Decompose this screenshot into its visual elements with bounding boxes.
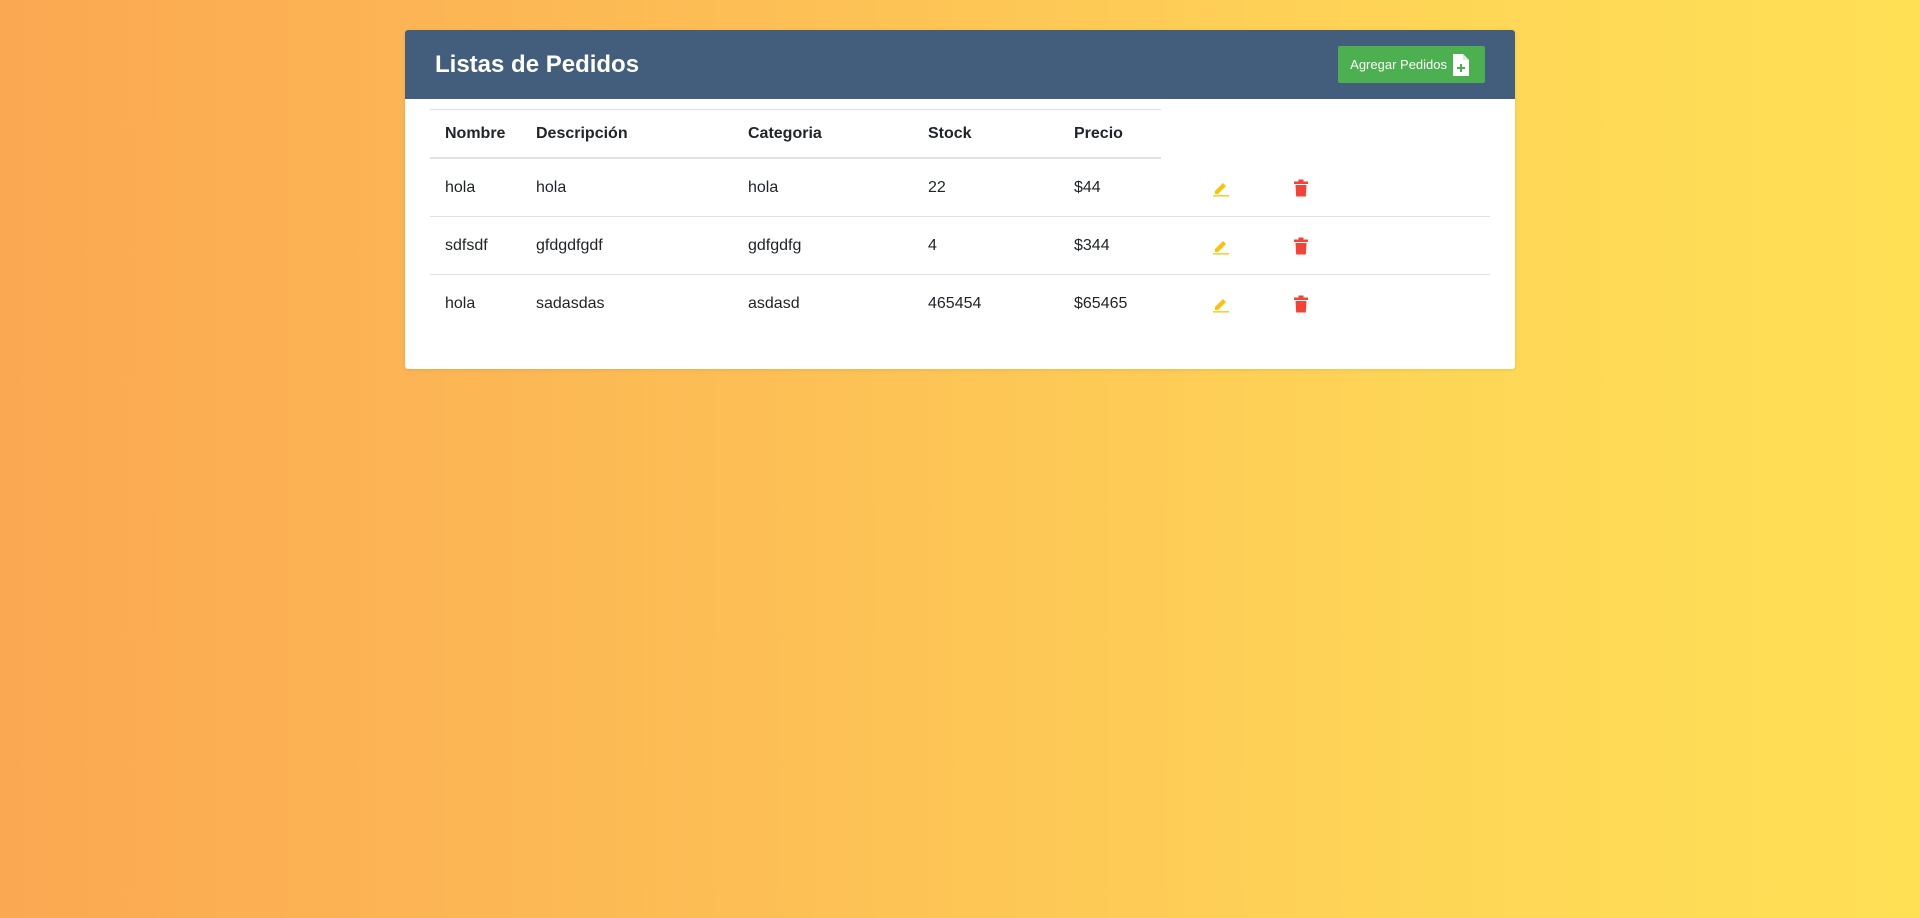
table-row: sdfsdf gfdgdfgdf gdfgdfg 4 $344 bbox=[430, 217, 1490, 275]
cell-nombre: hola bbox=[445, 178, 476, 196]
column-header-nombre: Nombre bbox=[445, 124, 506, 142]
add-orders-button[interactable]: Agregar Pedidos bbox=[1338, 46, 1485, 83]
delete-cell bbox=[1241, 293, 1321, 315]
cell-nombre: hola bbox=[445, 295, 476, 312]
cell-descripcion: gfdgdfgdf bbox=[536, 236, 603, 254]
table-header-row: Nombre Descripción Categoria Stock Preci… bbox=[430, 109, 1161, 159]
file-plus-icon bbox=[1451, 53, 1471, 77]
edit-cell bbox=[1161, 177, 1241, 199]
add-orders-button-label: Agregar Pedidos bbox=[1350, 57, 1447, 72]
pencil-icon[interactable] bbox=[1210, 235, 1232, 257]
page-title: Listas de Pedidos bbox=[435, 50, 640, 78]
trash-icon[interactable] bbox=[1290, 177, 1312, 199]
edit-cell bbox=[1161, 293, 1241, 315]
panel-header: Listas de Pedidos Agregar Pedidos bbox=[405, 30, 1515, 99]
table-row: hola sadasdas asdasd 465454 $65465 bbox=[430, 275, 1490, 333]
cell-descripcion: hola bbox=[536, 178, 567, 196]
cell-descripcion: sadasdas bbox=[536, 295, 605, 312]
trash-icon[interactable] bbox=[1290, 293, 1312, 315]
orders-panel: Listas de Pedidos Agregar Pedidos Nombre… bbox=[405, 30, 1515, 369]
cell-precio: $344 bbox=[1074, 236, 1110, 254]
cell-precio: $65465 bbox=[1074, 295, 1128, 312]
column-header-precio: Precio bbox=[1074, 124, 1123, 142]
trash-icon[interactable] bbox=[1290, 235, 1312, 257]
table-row: hola hola hola 22 $44 bbox=[430, 159, 1490, 217]
column-header-categoria: Categoria bbox=[748, 124, 822, 142]
pencil-icon[interactable] bbox=[1210, 293, 1232, 315]
column-header-stock: Stock bbox=[928, 124, 972, 142]
orders-table: Nombre Descripción Categoria Stock Preci… bbox=[430, 109, 1490, 333]
cell-stock: 22 bbox=[928, 178, 946, 196]
delete-cell bbox=[1241, 235, 1321, 257]
column-header-descripcion: Descripción bbox=[536, 124, 628, 142]
cell-categoria: asdasd bbox=[748, 295, 800, 312]
cell-categoria: hola bbox=[748, 178, 779, 196]
pencil-icon[interactable] bbox=[1210, 177, 1232, 199]
delete-cell bbox=[1241, 177, 1321, 199]
edit-cell bbox=[1161, 235, 1241, 257]
cell-categoria: gdfgdfg bbox=[748, 236, 802, 254]
cell-nombre: sdfsdf bbox=[445, 236, 488, 254]
cell-stock: 465454 bbox=[928, 295, 982, 312]
cell-stock: 4 bbox=[928, 236, 937, 254]
cell-precio: $44 bbox=[1074, 178, 1101, 196]
